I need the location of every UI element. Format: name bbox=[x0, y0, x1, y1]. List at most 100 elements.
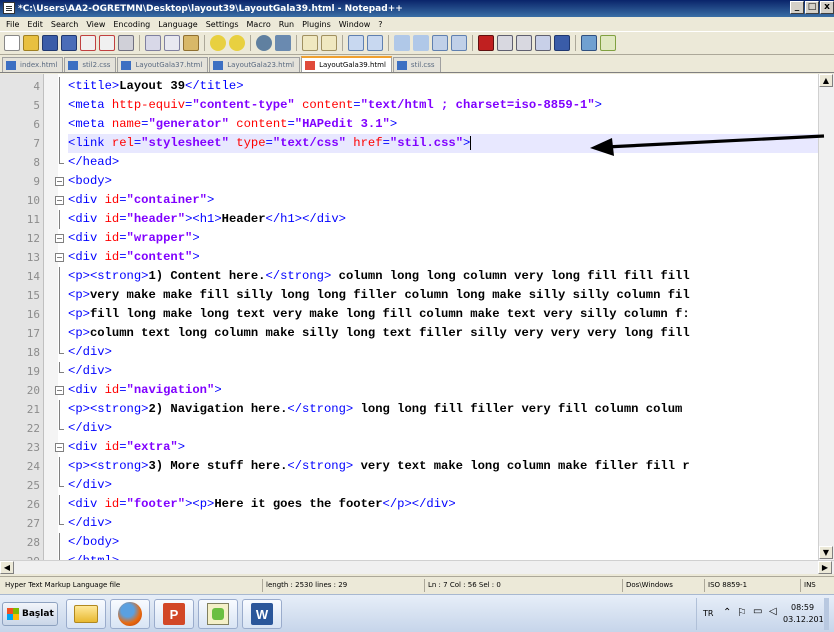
code-line[interactable]: </div> bbox=[68, 343, 818, 362]
word-wrap-icon[interactable] bbox=[394, 35, 410, 51]
menu-settings[interactable]: Settings bbox=[202, 20, 243, 29]
scroll-up-arrow-icon[interactable]: ▲ bbox=[819, 74, 833, 87]
action-center-flag-icon[interactable]: ⚐ bbox=[737, 606, 747, 619]
code-line[interactable]: <div id="header"><h1>Header</h1></div> bbox=[68, 210, 818, 229]
code-line[interactable]: <p><strong>1) Content here.</strong> col… bbox=[68, 267, 818, 286]
save-all-icon[interactable] bbox=[61, 35, 77, 51]
menu-edit[interactable]: Edit bbox=[23, 20, 47, 29]
menu-plugins[interactable]: Plugins bbox=[298, 20, 335, 29]
menu-search[interactable]: Search bbox=[47, 20, 82, 29]
replace-icon[interactable] bbox=[275, 35, 291, 51]
powerpoint-taskbar-button[interactable]: P bbox=[154, 599, 194, 629]
close-file-icon[interactable] bbox=[80, 35, 96, 51]
tab-layoutgala37-html[interactable]: LayoutGala37.html bbox=[117, 57, 209, 72]
code-editor[interactable]: 4 <title>Layout 39</title> 5 <meta http-equ… bbox=[0, 74, 818, 560]
code-line[interactable]: </div> bbox=[68, 514, 818, 533]
user-defined-language-icon[interactable] bbox=[451, 35, 467, 51]
vertical-scrollbar[interactable]: ▲ ▼ bbox=[818, 74, 834, 560]
run-macro-multiple-icon[interactable] bbox=[535, 35, 551, 51]
new-file-icon[interactable] bbox=[4, 35, 20, 51]
code-line[interactable]: <div id="container"> bbox=[68, 191, 818, 210]
find-icon[interactable] bbox=[256, 35, 272, 51]
code-line[interactable]: <p><strong>3) More stuff here.</strong> … bbox=[68, 457, 818, 476]
code-line[interactable]: </body> bbox=[68, 533, 818, 552]
scroll-right-arrow-icon[interactable]: ▶ bbox=[818, 561, 832, 574]
firefox-taskbar-button[interactable] bbox=[110, 599, 150, 629]
close-all-icon[interactable] bbox=[99, 35, 115, 51]
fold-toggle-icon[interactable] bbox=[55, 191, 64, 210]
indent-guide-icon[interactable] bbox=[432, 35, 448, 51]
minimize-button[interactable]: _ bbox=[790, 1, 804, 14]
code-line[interactable]: <meta http-equiv="content-type" content=… bbox=[68, 96, 818, 115]
menu-run[interactable]: Run bbox=[275, 20, 298, 29]
redo-icon[interactable] bbox=[229, 35, 245, 51]
menu-view[interactable]: View bbox=[82, 20, 109, 29]
code-line[interactable]: <title>Layout 39</title> bbox=[68, 77, 818, 96]
menu-help[interactable]: ? bbox=[374, 20, 386, 29]
open-file-icon[interactable] bbox=[23, 35, 39, 51]
start-button[interactable]: Başlat bbox=[2, 602, 58, 626]
tab-index-html[interactable]: index.html bbox=[2, 57, 64, 72]
code-line[interactable]: </html> bbox=[68, 552, 818, 560]
tab-layoutgala23-html[interactable]: LayoutGala23.html bbox=[209, 57, 301, 72]
tab-stil-css[interactable]: stil.css bbox=[392, 57, 441, 72]
code-line[interactable]: <p>very make make fill silly long long f… bbox=[68, 286, 818, 305]
horizontal-scrollbar[interactable]: ◀ ▶ bbox=[0, 560, 834, 574]
code-line[interactable]: </div> bbox=[68, 362, 818, 381]
scroll-down-arrow-icon[interactable]: ▼ bbox=[819, 546, 833, 559]
network-icon[interactable]: ▭ bbox=[753, 606, 762, 617]
tab-stil2-css[interactable]: stil2.css bbox=[64, 57, 117, 72]
clock-time[interactable]: 08:59 bbox=[791, 603, 814, 612]
clock-date[interactable]: 03.12.2013 bbox=[783, 615, 829, 624]
show-hidden-icons-icon[interactable]: ⌃ bbox=[723, 607, 731, 618]
title-bar[interactable]: *C:\Users\AA2-OGRETMN\Desktop\layout39\L… bbox=[0, 0, 834, 17]
playback-macro-icon[interactable] bbox=[516, 35, 532, 51]
scroll-left-arrow-icon[interactable]: ◀ bbox=[0, 561, 14, 574]
code-line[interactable]: </div> bbox=[68, 419, 818, 438]
menu-language[interactable]: Language bbox=[154, 20, 201, 29]
paste-icon[interactable] bbox=[183, 35, 199, 51]
show-all-chars-icon[interactable] bbox=[413, 35, 429, 51]
explorer-taskbar-button[interactable] bbox=[66, 599, 106, 629]
maximize-button[interactable]: □ bbox=[805, 1, 819, 14]
save-icon[interactable] bbox=[42, 35, 58, 51]
code-line[interactable]: <p>column text long column make silly lo… bbox=[68, 324, 818, 343]
language-indicator[interactable]: TR bbox=[703, 609, 713, 618]
record-macro-icon[interactable] bbox=[478, 35, 494, 51]
code-line[interactable]: <div id="footer"><p>Here it goes the foo… bbox=[68, 495, 818, 514]
fold-toggle-icon[interactable] bbox=[55, 381, 64, 400]
code-line[interactable]: </div> bbox=[68, 476, 818, 495]
zoom-in-icon[interactable] bbox=[302, 35, 318, 51]
code-line[interactable]: <div id="extra"> bbox=[68, 438, 818, 457]
sync-vertical-icon[interactable] bbox=[348, 35, 364, 51]
zoom-out-icon[interactable] bbox=[321, 35, 337, 51]
notepadpp-app-icon[interactable] bbox=[3, 2, 15, 14]
code-line[interactable]: <p>fill long make long text very make lo… bbox=[68, 305, 818, 324]
code-line[interactable]: <p><strong>2) Navigation here.</strong> … bbox=[68, 400, 818, 419]
code-line[interactable]: <body> bbox=[68, 172, 818, 191]
close-button[interactable]: x bbox=[820, 1, 834, 14]
spell-check-icon[interactable] bbox=[600, 35, 616, 51]
menu-file[interactable]: File bbox=[2, 20, 23, 29]
menu-macro[interactable]: Macro bbox=[243, 20, 275, 29]
tab-layoutgala39-html[interactable]: LayoutGala39.html bbox=[301, 56, 392, 72]
undo-icon[interactable] bbox=[210, 35, 226, 51]
menu-window[interactable]: Window bbox=[335, 20, 375, 29]
fold-toggle-icon[interactable] bbox=[55, 438, 64, 457]
cut-icon[interactable] bbox=[145, 35, 161, 51]
save-macro-icon[interactable] bbox=[554, 35, 570, 51]
stop-recording-icon[interactable] bbox=[497, 35, 513, 51]
print-icon[interactable] bbox=[118, 35, 134, 51]
word-taskbar-button[interactable]: W bbox=[242, 599, 282, 629]
fold-toggle-icon[interactable] bbox=[55, 248, 64, 267]
code-line[interactable]: <div id="wrapper"> bbox=[68, 229, 818, 248]
show-desktop-button[interactable] bbox=[824, 598, 829, 630]
copy-icon[interactable] bbox=[164, 35, 180, 51]
volume-icon[interactable]: ◁ bbox=[769, 606, 777, 617]
fold-toggle-icon[interactable] bbox=[55, 229, 64, 248]
fold-toggle-icon[interactable] bbox=[55, 172, 64, 191]
code-line[interactable]: </head> bbox=[68, 153, 818, 172]
notepadpp-taskbar-button[interactable] bbox=[198, 599, 238, 629]
code-line[interactable]: <div id="navigation"> bbox=[68, 381, 818, 400]
code-line[interactable]: <meta name="generator" content="HAPedit … bbox=[68, 115, 818, 134]
